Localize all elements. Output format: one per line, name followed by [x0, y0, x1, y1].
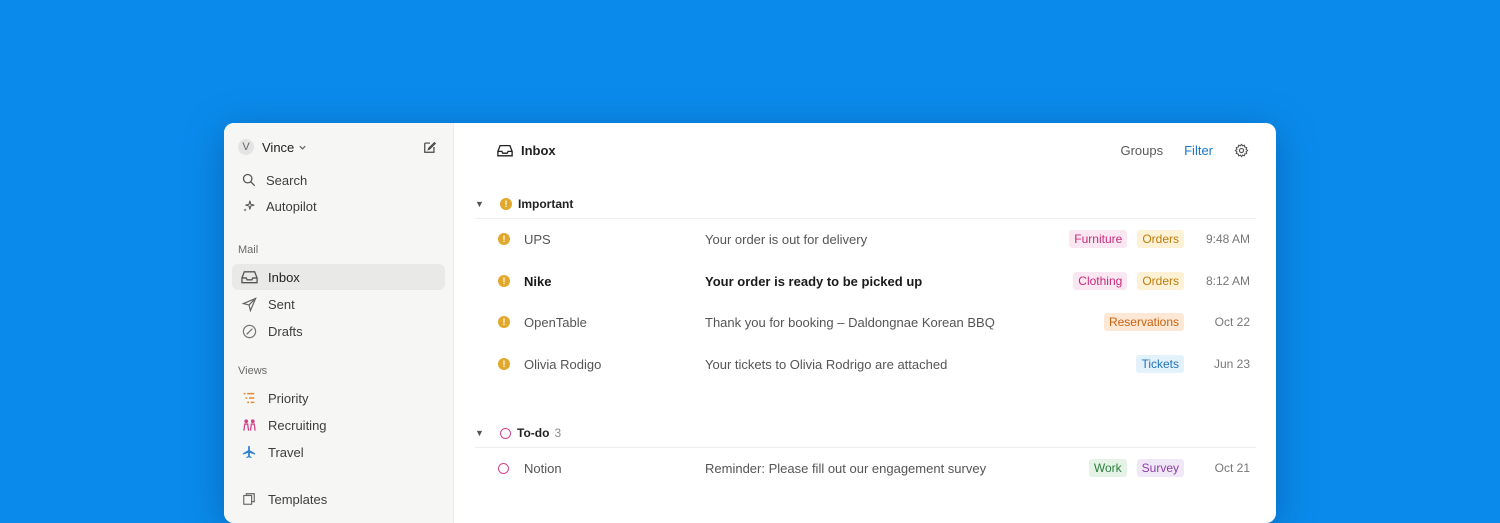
header-actions: Groups Filter: [1120, 143, 1249, 158]
sidebar-item-label: Search: [266, 172, 308, 188]
tag-badge[interactable]: Orders: [1137, 272, 1184, 290]
row-subject: Your tickets to Olivia Rodrigo are attac…: [705, 356, 948, 372]
todo-circle-icon[interactable]: [498, 462, 509, 474]
tag-badge[interactable]: Furniture: [1069, 230, 1128, 248]
gear-icon[interactable]: [1234, 143, 1249, 158]
account-name: Vince: [262, 139, 295, 155]
row-time: Oct 22: [1214, 315, 1250, 329]
group-header-todo[interactable]: ▼ To-do 3: [475, 419, 1256, 448]
sidebar-item-recruiting[interactable]: Recruiting: [232, 412, 445, 438]
mail-window: V Vince Search Autopilot Mail Inbox Sent…: [224, 123, 1276, 523]
row-subject: Reminder: Please fill out our engagement…: [705, 460, 987, 476]
important-icon: !: [498, 316, 510, 328]
sidebar: V Vince Search Autopilot Mail Inbox Sent…: [224, 123, 454, 523]
row-time: 8:12 AM: [1205, 274, 1250, 288]
row-sender: Notion: [524, 460, 562, 476]
sidebar-item-label: Priority: [268, 390, 309, 406]
account-switcher[interactable]: V Vince: [238, 139, 307, 155]
sidebar-item-label: Sent: [268, 296, 295, 312]
sparkle-icon: [240, 197, 258, 215]
inbox-icon: [240, 268, 258, 286]
sidebar-item-label: Travel: [268, 444, 304, 460]
group-count: 3: [554, 426, 562, 440]
sidebar-item-travel[interactable]: Travel: [232, 439, 445, 465]
tag-badge[interactable]: Reservations: [1103, 313, 1184, 331]
row-sender: Olivia Rodigo: [524, 356, 602, 372]
collapse-triangle-icon[interactable]: ▼: [475, 428, 485, 438]
chevron-down-icon: [299, 145, 306, 150]
tag-badge[interactable]: Tickets: [1136, 355, 1184, 373]
sidebar-item-drafts[interactable]: Drafts: [232, 318, 445, 344]
row-time: 9:48 AM: [1205, 232, 1250, 246]
sidebar-item-label: Autopilot: [266, 198, 317, 214]
tag-badge[interactable]: Orders: [1137, 230, 1184, 248]
table-row[interactable]: ! UPS Your order is out for delivery Fur…: [498, 219, 1250, 259]
section-label-views: Views: [238, 365, 268, 377]
group-name: Important: [518, 197, 574, 211]
important-icon: !: [500, 198, 512, 210]
message-list-pane: Inbox Groups Filter ▼ ! Important ! UPS …: [454, 123, 1276, 523]
important-icon: !: [498, 358, 510, 370]
sidebar-item-label: Templates: [268, 491, 328, 507]
important-icon: !: [498, 233, 510, 245]
row-time: Oct 21: [1214, 461, 1250, 475]
sidebar-item-label: Recruiting: [268, 417, 327, 433]
row-subject: Your order is ready to be picked up: [705, 273, 923, 289]
todo-circle-icon: [500, 427, 511, 439]
row-sender: UPS: [524, 231, 551, 247]
drafts-icon: [240, 322, 258, 340]
tag-badge[interactable]: Clothing: [1073, 272, 1128, 290]
sidebar-item-inbox[interactable]: Inbox: [232, 264, 445, 290]
sidebar-item-autopilot[interactable]: Autopilot: [232, 193, 445, 219]
table-row[interactable]: ! Nike Your order is ready to be picked …: [498, 261, 1250, 301]
tag-badge[interactable]: Survey: [1136, 459, 1184, 477]
page-title: Inbox: [497, 143, 556, 158]
sidebar-item-sent[interactable]: Sent: [232, 291, 445, 317]
sidebar-item-label: Inbox: [268, 269, 300, 285]
row-sender: Nike: [524, 273, 552, 289]
section-label-mail: Mail: [238, 244, 259, 256]
avatar: V: [238, 139, 254, 155]
priority-icon: [240, 389, 258, 407]
sidebar-item-label: Drafts: [268, 323, 303, 339]
send-icon: [240, 295, 258, 313]
search-icon: [240, 171, 258, 189]
filter-button[interactable]: Filter: [1184, 143, 1213, 158]
tag-badge[interactable]: Work: [1088, 459, 1127, 477]
collapse-triangle-icon[interactable]: ▼: [475, 199, 485, 209]
inbox-icon: [497, 144, 513, 157]
people-icon: [240, 416, 258, 434]
row-subject: Your order is out for delivery: [705, 231, 868, 247]
compose-icon[interactable]: [423, 140, 437, 154]
group-header-important[interactable]: ▼ ! Important: [475, 190, 1256, 219]
sidebar-item-templates[interactable]: Templates: [232, 486, 445, 512]
page-title-text: Inbox: [521, 143, 556, 158]
sidebar-item-search[interactable]: Search: [232, 167, 445, 193]
row-subject: Thank you for booking – Daldongnae Korea…: [705, 314, 995, 330]
row-time: Jun 23: [1213, 357, 1250, 371]
table-row[interactable]: ! Olivia Rodigo Your tickets to Olivia R…: [498, 344, 1250, 384]
plane-icon: [240, 443, 258, 461]
row-sender: OpenTable: [524, 314, 587, 330]
groups-button[interactable]: Groups: [1120, 143, 1163, 158]
table-row[interactable]: Notion Reminder: Please fill out our eng…: [498, 448, 1250, 488]
important-icon: !: [498, 275, 510, 287]
templates-icon: [240, 490, 258, 508]
table-row[interactable]: ! OpenTable Thank you for booking – Dald…: [498, 302, 1250, 342]
group-name: To-do: [517, 426, 550, 440]
sidebar-item-priority[interactable]: Priority: [232, 385, 445, 411]
